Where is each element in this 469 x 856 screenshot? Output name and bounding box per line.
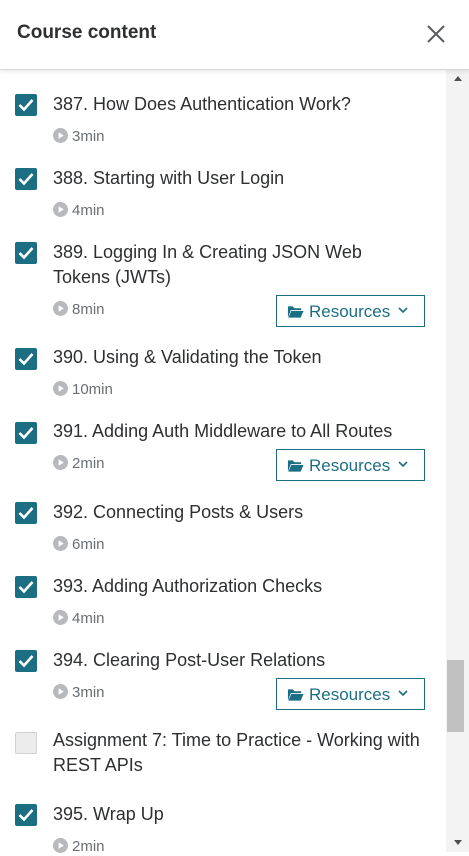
lecture-item[interactable]: 394. Clearing Post-User Relations 3min R…	[0, 628, 446, 710]
lecture-title: 393. Adding Authorization Checks	[53, 576, 323, 596]
lecture-item[interactable]: 393. Adding Authorization Checks 4min	[0, 554, 446, 628]
play-icon	[53, 128, 68, 143]
lecture-duration: 2min	[72, 455, 105, 472]
lecture-title: 389. Logging In & Creating JSON Web Toke…	[53, 242, 362, 287]
lecture-duration: 3min	[72, 684, 105, 701]
folder-open-icon	[287, 460, 304, 472]
chevron-down-icon	[398, 690, 408, 697]
completed-checkbox[interactable]	[15, 168, 37, 190]
lecture-item[interactable]: 390. Using & Validating the Token 10min	[0, 326, 446, 400]
lecture-title: 387. How Does Authentication Work?	[53, 94, 351, 114]
lecture-duration: 3min	[72, 128, 105, 145]
resources-button[interactable]: Resources	[276, 449, 425, 481]
lecture-duration: 6min	[72, 536, 105, 553]
lecture-title: 388. Starting with User Login	[53, 168, 285, 188]
lecture-item[interactable]: 391. Adding Auth Middleware to All Route…	[0, 400, 446, 481]
play-icon	[53, 610, 68, 625]
chevron-down-icon	[398, 461, 408, 468]
lecture-item[interactable]: 388. Starting with User Login 4min	[0, 144, 446, 219]
lecture-item[interactable]: 387. How Does Authentication Work? 3min	[0, 70, 446, 145]
play-icon	[53, 301, 68, 316]
completed-checkbox[interactable]	[15, 650, 37, 672]
lecture-item[interactable]: 392. Connecting Posts & Users 6min	[0, 480, 446, 554]
lecture-title: 390. Using & Validating the Token	[53, 347, 322, 367]
completed-checkbox[interactable]	[15, 422, 37, 444]
resources-label: Resources	[309, 685, 391, 704]
assignment-title: Assignment 7: Time to Practice - Working…	[53, 730, 420, 775]
lecture-title: 395. Wrap Up	[53, 804, 164, 824]
completed-checkbox[interactable]	[15, 242, 37, 264]
play-icon	[53, 838, 68, 853]
lecture-item[interactable]: 389. Logging In & Creating JSON Web Toke…	[0, 218, 446, 327]
close-icon[interactable]	[424, 22, 448, 46]
resources-button[interactable]: Resources	[276, 678, 425, 710]
lecture-duration: 8min	[72, 301, 105, 318]
sidebar-header: Course content	[0, 0, 469, 70]
header-title: Course content	[17, 22, 157, 43]
chevron-down-icon	[398, 307, 408, 314]
lecture-title: 394. Clearing Post-User Relations	[53, 650, 326, 670]
play-icon	[53, 202, 68, 217]
folder-open-icon	[287, 689, 304, 701]
resources-button[interactable]: Resources	[276, 295, 425, 327]
scroll-up-arrow-icon[interactable]	[454, 76, 462, 81]
lecture-item[interactable]: 395. Wrap Up 2min	[0, 792, 446, 855]
lecture-title: 391. Adding Auth Middleware to All Route…	[53, 421, 393, 441]
folder-open-icon	[287, 306, 304, 318]
lecture-title: 392. Connecting Posts & Users	[53, 502, 304, 522]
lecture-duration: 4min	[72, 202, 105, 219]
completed-checkbox[interactable]	[15, 348, 37, 370]
lecture-duration: 4min	[72, 610, 105, 627]
completed-checkbox[interactable]	[15, 804, 37, 826]
lecture-list: 387. How Does Authentication Work? 3min …	[0, 70, 446, 855]
play-icon	[53, 455, 68, 470]
resources-label: Resources	[309, 302, 391, 321]
completed-checkbox[interactable]	[15, 576, 37, 598]
play-icon	[53, 684, 68, 699]
scroll-down-arrow-icon[interactable]	[454, 840, 462, 845]
completed-checkbox[interactable]	[15, 502, 37, 524]
play-icon	[53, 381, 68, 396]
assignment-item[interactable]: Assignment 7: Time to Practice - Working…	[0, 708, 446, 792]
play-icon	[53, 536, 68, 551]
scrollbar[interactable]	[446, 70, 469, 852]
scrollbar-thumb[interactable]	[447, 660, 464, 732]
incomplete-checkbox[interactable]	[15, 732, 37, 754]
completed-checkbox[interactable]	[15, 94, 37, 116]
resources-label: Resources	[309, 456, 391, 475]
lecture-duration: 2min	[72, 838, 105, 855]
lecture-duration: 10min	[72, 381, 113, 398]
